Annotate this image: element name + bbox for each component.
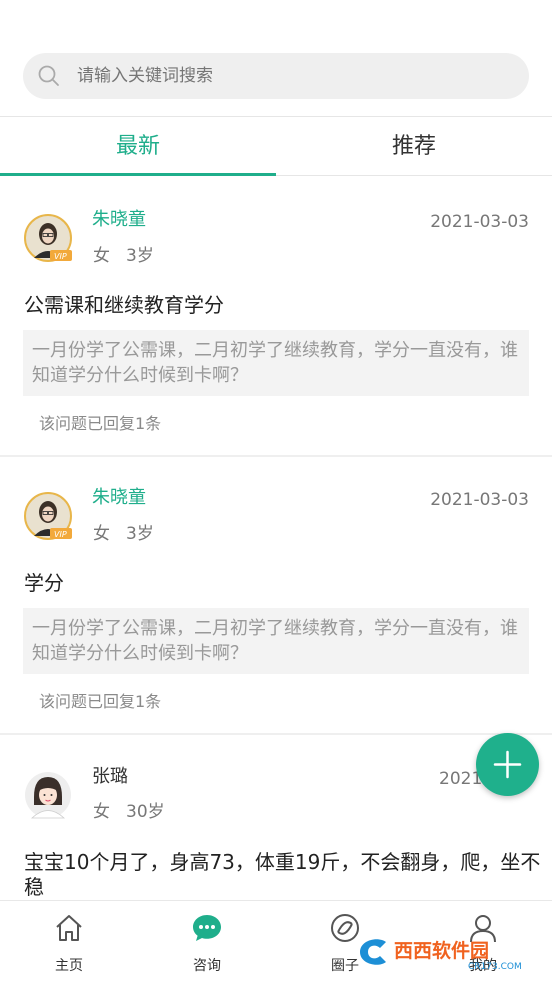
home-icon [56,915,82,941]
add-post-button[interactable] [476,733,539,796]
nav-consult[interactable]: 咨询 [138,901,276,981]
reply-count: 该问题已回复1条 [39,692,162,711]
author-age: 3岁 [126,524,154,544]
divider [0,733,552,735]
author-gender: 女 [93,246,110,266]
vip-badge: VIP [54,530,67,539]
post-author: 朱晓童 [92,487,146,508]
tab-bar: 最新 推荐 [0,117,552,177]
post-author: 朱晓童 [92,209,146,230]
post-title: 公需课和继续教育学分 [24,293,224,317]
author-age: 3岁 [126,246,154,266]
post-date: 2021-03-03 [430,490,529,510]
author-gender: 女 [93,524,110,544]
vip-badge: VIP [54,252,67,261]
search-input[interactable] [77,53,507,99]
author-gender: 女 [93,802,110,822]
tab-active-indicator [0,173,276,176]
plus-icon [493,750,522,779]
search-icon [38,65,59,86]
post-title: 宝宝10个月了，身高73，体重19斤，不会翻身，爬，坐不 [24,850,541,874]
divider [276,175,552,176]
author-age: 30岁 [126,802,165,822]
search-bar[interactable] [23,53,529,99]
nav-home[interactable]: 主页 [0,901,138,981]
post-date: 2021-03-03 [430,212,529,232]
chat-icon [193,915,221,941]
post-meta: 女 3岁 [93,241,154,266]
post-title: 学分 [24,571,64,595]
post-title-continued: 稳 [24,875,44,899]
watermark-sub: CR173.COM [468,962,522,972]
avatar[interactable] [24,771,72,819]
nav-home-label: 主页 [55,958,83,974]
tab-recommended[interactable]: 推荐 [276,117,552,177]
post-meta: 女 3岁 [93,519,154,544]
post-content: 一月份学了公需课，二月初学了继续教育，学分一直没有，谁知道学分什么时候到卡啊？ [23,608,529,674]
reply-count: 该问题已回复1条 [39,414,162,433]
post-author: 张璐 [92,766,128,787]
post-meta: 女 30岁 [93,797,165,822]
avatar[interactable]: VIP [24,214,72,262]
divider [0,455,552,457]
watermark-logo: 西西软件园 CR173.COM [360,939,522,972]
tab-latest[interactable]: 最新 [0,117,276,177]
nav-consult-label: 咨询 [193,958,221,974]
post-content: 一月份学了公需课，二月初学了继续教育，学分一直没有，谁知道学分什么时候到卡啊？ [23,330,529,396]
watermark-text: 西西软件园 [394,939,489,962]
avatar[interactable]: VIP [24,492,72,540]
